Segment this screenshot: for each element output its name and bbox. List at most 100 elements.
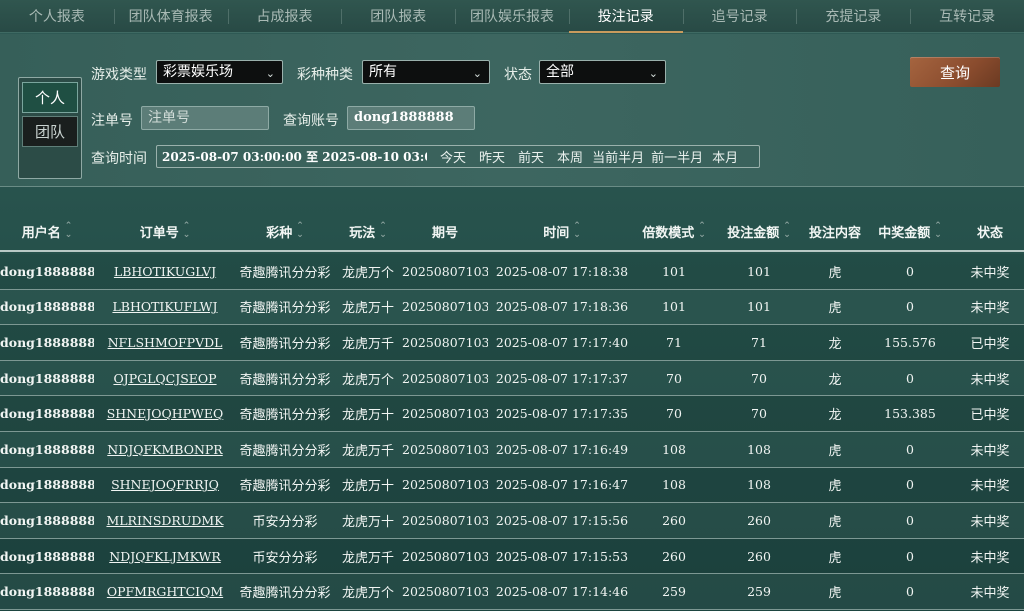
cell-bet-time: 2025-08-07 17:16:47 — [495, 477, 629, 493]
column-header-label: 时间 — [543, 225, 570, 241]
column-header-play-type[interactable]: 玩法 ⌃ ⌄ — [334, 222, 402, 241]
cell-username: dong1888888 — [0, 441, 94, 457]
order-number-label: 注单号 — [91, 113, 133, 129]
table-row: dong1888888 SHNEJOQHPWEQ 奇趣腾讯分分彩 龙虎万十 202508… — [0, 396, 1024, 432]
cell-order-number[interactable]: SHNEJOQHPWEQ — [94, 406, 236, 421]
date-range-field[interactable]: 2025-08-07 03:00:00 至 2025-08-10 03:00:0… — [156, 145, 760, 168]
tab-chase-records[interactable]: 追号记录 — [682, 0, 797, 32]
quick-range-today[interactable]: 今天 — [440, 147, 466, 166]
quick-range-previous-half-month[interactable]: 前一半月 — [651, 147, 703, 166]
quick-range-yesterday[interactable]: 昨天 — [479, 147, 505, 166]
cell-status: 未中奖 — [970, 372, 1010, 388]
cell-bet-time: 2025-08-07 17:18:36 — [495, 299, 629, 315]
cell-play-type: 龙虎万个 — [341, 586, 394, 602]
tab-personal-report[interactable]: 个人报表 — [0, 0, 114, 32]
cell-play-type: 龙虎万十 — [341, 514, 394, 530]
report-tabs: 个人报表 团队体育报表 占成报表 团队报表 团队娱乐报表 投注记录 追号记录 充… — [0, 0, 1024, 33]
tab-team-sports-report[interactable]: 团队体育报表 — [113, 0, 228, 32]
cell-bet-amount: 108 — [747, 441, 771, 457]
cell-order-number[interactable]: NDJQFKLJMKWR — [94, 549, 236, 564]
cell-win-amount: 0 — [906, 263, 914, 279]
tab-transfer-records[interactable]: 互转记录 — [910, 0, 1024, 32]
quick-range-current-half-month[interactable]: 当前半月 — [592, 147, 644, 166]
tab-deposit-withdraw-records[interactable]: 充提记录 — [796, 0, 910, 32]
table-header: 用户名 ⌃ ⌄ 订单号 ⌃ ⌄ 彩种 ⌃ ⌄ 玩法 ⌃ ⌄ 期号 时间 ⌃ ⌄ 倍数模式 ⌃ ⌄ 投注金额 ⌃ ⌄ 投注内容… — [0, 212, 1024, 252]
date-range-value[interactable]: 2025-08-07 03:00:00 至 2025-08-10 03:00:0… — [157, 148, 427, 165]
filter-panel: 个人 团队 游戏类型 彩票娱乐场 ⌄ 彩种种类 所有 ⌄ 状态 全部 ⌄ 查询 … — [0, 34, 1024, 187]
chevron-down-icon: ⌄ — [648, 67, 658, 80]
tab-share-report[interactable]: 占成报表 — [227, 0, 342, 32]
cell-bet-amount: 260 — [747, 512, 771, 528]
lottery-type-select[interactable]: 所有 ⌄ — [362, 60, 490, 84]
quick-range-this-week[interactable]: 本周 — [557, 147, 583, 166]
cell-win-amount: 0 — [906, 512, 914, 528]
column-header-lottery[interactable]: 彩种 ⌃ ⌄ — [236, 222, 334, 241]
scope-team-button[interactable]: 团队 — [22, 116, 78, 147]
table-row: dong1888888 LBHOTIKUGLVJ 奇趣腾讯分分彩 龙虎万个 202508… — [0, 254, 1024, 290]
cell-status: 已中奖 — [970, 408, 1010, 424]
order-number-input[interactable]: 注单号 — [141, 106, 269, 130]
scope-personal-button[interactable]: 个人 — [22, 82, 78, 113]
cell-lottery: 奇趣腾讯分分彩 — [239, 301, 331, 317]
column-header-username[interactable]: 用户名 ⌃ ⌄ — [0, 222, 94, 241]
account-input[interactable]: dong1888888 — [347, 106, 475, 130]
tab-team-report[interactable]: 团队报表 — [341, 0, 455, 32]
cell-multiplier: 70 — [666, 406, 682, 422]
cell-play-type: 龙虎万个 — [341, 372, 394, 388]
cell-order-number[interactable]: MLRINSDRUDMK — [94, 513, 236, 528]
status-select[interactable]: 全部 ⌄ — [539, 60, 666, 84]
tab-bet-records[interactable]: 投注记录 — [568, 0, 683, 33]
game-type-label: 游戏类型 — [91, 67, 147, 83]
cell-order-number[interactable]: NDJQFKMBONPR — [94, 442, 236, 457]
cell-issue-number: 202508071037 — [402, 441, 488, 457]
cell-lottery: 奇趣腾讯分分彩 — [239, 479, 331, 495]
sort-icon[interactable]: ⌃ ⌄ — [573, 222, 581, 240]
cell-order-number[interactable]: LBHOTIKUGLVJ — [94, 264, 236, 279]
cell-order-number[interactable]: OJPGLQCJSEOP — [94, 371, 236, 386]
cell-order-number[interactable]: OPFMRGHTCIQM — [94, 584, 236, 599]
cell-issue-number: 202508071038 — [402, 406, 488, 422]
cell-bet-time: 2025-08-07 17:17:40 — [495, 334, 629, 350]
sort-icon[interactable]: ⌃ ⌄ — [183, 222, 191, 240]
cell-bet-time: 2025-08-07 17:15:53 — [495, 548, 629, 564]
account-label: 查询账号 — [283, 113, 339, 129]
cell-issue-number: 202508071036 — [402, 548, 488, 564]
sort-icon[interactable]: ⌃ ⌄ — [698, 222, 706, 240]
cell-win-amount: 0 — [906, 548, 914, 564]
cell-win-amount: 0 — [906, 370, 914, 386]
cell-multiplier: 108 — [662, 441, 686, 457]
game-type-select[interactable]: 彩票娱乐场 ⌄ — [156, 60, 283, 84]
column-header-win-amount[interactable]: 中奖金额 ⌃ ⌄ — [864, 222, 956, 241]
cell-order-number[interactable]: LBHOTIKUFLWJ — [94, 299, 236, 314]
cell-bet-content: 虎 — [828, 265, 842, 281]
cell-order-number[interactable]: NFLSHMOFPVDL — [94, 335, 236, 350]
quick-range-this-month[interactable]: 本月 — [712, 147, 738, 166]
column-header-multiplier[interactable]: 倍数模式 ⌃ ⌄ — [636, 222, 712, 241]
tab-team-entertainment-report[interactable]: 团队娱乐报表 — [455, 0, 569, 32]
cell-username: dong1888888 — [0, 370, 94, 386]
cell-bet-amount: 259 — [747, 584, 771, 600]
sort-icon[interactable]: ⌃ ⌄ — [934, 222, 942, 240]
cell-multiplier: 71 — [666, 334, 682, 350]
cell-bet-time: 2025-08-07 17:17:35 — [495, 406, 629, 422]
sort-icon[interactable]: ⌃ ⌄ — [296, 222, 304, 240]
cell-status: 未中奖 — [970, 443, 1010, 459]
column-header-bet-time[interactable]: 时间 ⌃ ⌄ — [488, 222, 636, 241]
sort-icon[interactable]: ⌃ ⌄ — [65, 222, 73, 240]
quick-range-day-before[interactable]: 前天 — [518, 147, 544, 166]
sort-icon[interactable]: ⌃ ⌄ — [379, 222, 387, 240]
cell-bet-content: 虎 — [828, 479, 842, 495]
cell-lottery: 奇趣腾讯分分彩 — [239, 336, 331, 352]
cell-order-number[interactable]: SHNEJOQFRRJQ — [94, 477, 236, 492]
cell-bet-amount: 70 — [751, 370, 767, 386]
cell-lottery: 奇趣腾讯分分彩 — [239, 408, 331, 424]
table-row: dong1888888 LBHOTIKUFLWJ 奇趣腾讯分分彩 龙虎万十 202508… — [0, 290, 1024, 326]
cell-play-type: 龙虎万千 — [341, 550, 394, 566]
cell-bet-content: 龙 — [828, 336, 842, 352]
column-header-bet-amount[interactable]: 投注金额 ⌃ ⌄ — [712, 222, 806, 241]
cell-bet-amount: 70 — [751, 406, 767, 422]
sort-icon[interactable]: ⌃ ⌄ — [783, 222, 791, 240]
cell-lottery: 奇趣腾讯分分彩 — [239, 372, 331, 388]
column-header-order-number[interactable]: 订单号 ⌃ ⌄ — [94, 222, 236, 241]
query-button[interactable]: 查询 — [910, 57, 1000, 87]
